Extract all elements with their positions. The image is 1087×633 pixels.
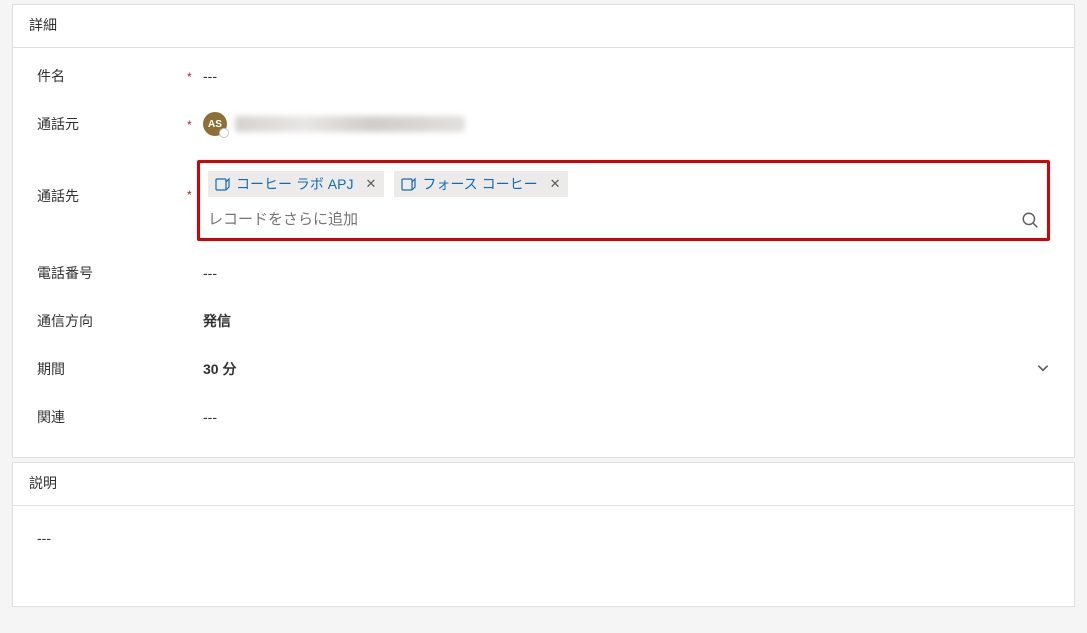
value-phone[interactable]: --- (203, 265, 1050, 281)
details-panel: 詳細 件名 * --- 通話元 * AS 通話先 * (12, 4, 1075, 458)
description-header: 説明 (13, 463, 1074, 506)
row-phone: 電話番号 --- (29, 249, 1058, 297)
label-call-to: 通話先 (37, 160, 187, 206)
label-subject: 件名 (37, 66, 187, 86)
row-related: 関連 --- (29, 393, 1058, 441)
row-call-from: 通話元 * AS (29, 100, 1058, 148)
tag-force-coffee[interactable]: フォース コーヒー ✕ (394, 171, 568, 197)
search-row (208, 205, 1039, 232)
value-subject[interactable]: --- (203, 68, 1050, 84)
description-body[interactable]: --- (13, 506, 1074, 606)
value-call-from[interactable]: AS (203, 112, 1050, 136)
row-subject: 件名 * --- (29, 52, 1058, 100)
close-icon[interactable]: ✕ (548, 176, 563, 192)
required-marker: * (187, 68, 203, 84)
value-duration[interactable]: 30 分 (203, 359, 1050, 379)
label-call-from: 通話元 (37, 114, 187, 134)
label-phone: 電話番号 (37, 263, 187, 283)
account-icon (214, 176, 230, 192)
add-record-input[interactable] (208, 209, 1021, 230)
value-direction[interactable]: 発信 (203, 311, 1050, 331)
row-direction: 通信方向 発信 (29, 297, 1058, 345)
redacted-name (235, 116, 465, 132)
label-related: 関連 (37, 407, 187, 427)
chevron-down-icon[interactable] (1036, 361, 1050, 378)
tags-row: コーヒー ラボ APJ ✕ フォース コーヒー ✕ (208, 169, 1039, 197)
required-marker: * (187, 116, 203, 132)
description-panel: 説明 --- (12, 462, 1075, 607)
details-body: 件名 * --- 通話元 * AS 通話先 * (13, 48, 1074, 457)
close-icon[interactable]: ✕ (363, 176, 378, 192)
avatar: AS (203, 112, 227, 136)
label-duration: 期間 (37, 359, 187, 379)
row-call-to: 通話先 * コーヒー ラボ APJ ✕ (29, 148, 1058, 249)
account-icon (400, 176, 416, 192)
label-direction: 通信方向 (37, 311, 187, 331)
details-header: 詳細 (13, 5, 1074, 48)
value-related[interactable]: --- (203, 409, 1050, 425)
search-icon[interactable] (1021, 211, 1039, 229)
row-duration: 期間 30 分 (29, 345, 1058, 393)
call-to-lookup-highlight: コーヒー ラボ APJ ✕ フォース コーヒー ✕ (197, 160, 1050, 241)
tag-coffee-lab-apj[interactable]: コーヒー ラボ APJ ✕ (208, 171, 384, 197)
presence-icon (219, 128, 229, 138)
